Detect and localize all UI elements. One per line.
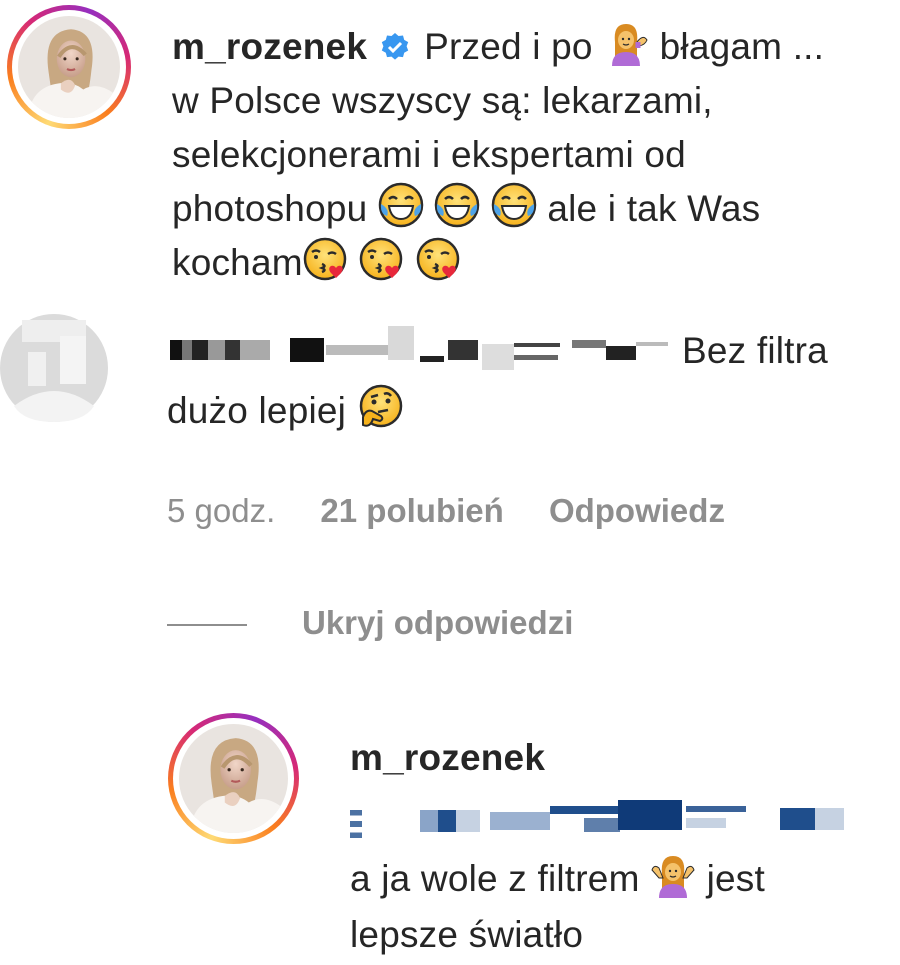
post-avatar[interactable] bbox=[7, 5, 131, 129]
caption-line-3: selekcjonerami i ekspertami od bbox=[172, 134, 686, 175]
face-blowing-kiss-icon bbox=[416, 236, 462, 282]
face-blowing-kiss-icon bbox=[303, 236, 349, 282]
comment-meta: 5 godz. 21 polubień Odpowiedz bbox=[167, 492, 725, 530]
comment-likes[interactable]: 21 polubień bbox=[320, 492, 503, 529]
woman-shrugging-icon bbox=[650, 852, 696, 898]
reply-button[interactable]: Odpowiedz bbox=[549, 492, 725, 529]
default-avatar-icon bbox=[14, 320, 94, 422]
caption-line-1: m_rozenek Przed i po błagam ... bbox=[172, 20, 824, 74]
caption-line-4: photoshopu ale i tak Was bbox=[172, 182, 760, 236]
reply-line-1: a ja wole z filtrem jest bbox=[350, 852, 765, 906]
thinking-face-icon bbox=[357, 384, 403, 430]
caption-text-2: błagam ... bbox=[659, 26, 825, 67]
reply-text-2: jest bbox=[706, 858, 765, 899]
verified-badge-icon bbox=[381, 33, 408, 60]
caption-text-photoshopu: photoshopu bbox=[172, 188, 368, 229]
comment-text-1: Bez filtra bbox=[682, 330, 828, 371]
comment-text-2: dużo lepiej bbox=[167, 390, 347, 431]
caption-text-ale: ale i tak Was bbox=[547, 188, 761, 229]
face-with-tears-of-joy-icon bbox=[378, 182, 424, 228]
reply-text-1: a ja wole z filtrem bbox=[350, 858, 640, 899]
face-blowing-kiss-icon bbox=[359, 236, 405, 282]
caption-line-5: kocham bbox=[172, 236, 462, 290]
hide-replies-button[interactable]: Ukryj odpowiedzi bbox=[302, 604, 573, 642]
profile-photo bbox=[18, 16, 120, 118]
reply-avatar[interactable] bbox=[168, 713, 299, 844]
reply-avatar-inner bbox=[173, 718, 294, 839]
reply-line-2: lepsze światło bbox=[350, 914, 584, 955]
comment-time[interactable]: 5 godz. bbox=[167, 492, 275, 529]
comment-avatar[interactable] bbox=[0, 314, 108, 422]
caption-line-2: w Polsce wszyscy są: lekarzami, bbox=[172, 80, 713, 121]
hide-replies-label: Ukryj odpowiedzi bbox=[302, 604, 574, 641]
post-username[interactable]: m_rozenek bbox=[172, 26, 367, 67]
caption-text-kocham: kocham bbox=[172, 242, 303, 283]
face-with-tears-of-joy-icon bbox=[434, 182, 480, 228]
profile-photo bbox=[179, 724, 288, 833]
post-avatar-inner bbox=[12, 10, 126, 124]
reply-username[interactable]: m_rozenek bbox=[350, 731, 545, 785]
replies-divider bbox=[167, 624, 247, 626]
caption-text-1: Przed i po bbox=[424, 26, 593, 67]
comment-line-2: dużo lepiej bbox=[167, 384, 403, 438]
woman-tipping-hand-icon bbox=[603, 20, 649, 66]
face-with-tears-of-joy-icon bbox=[491, 182, 537, 228]
